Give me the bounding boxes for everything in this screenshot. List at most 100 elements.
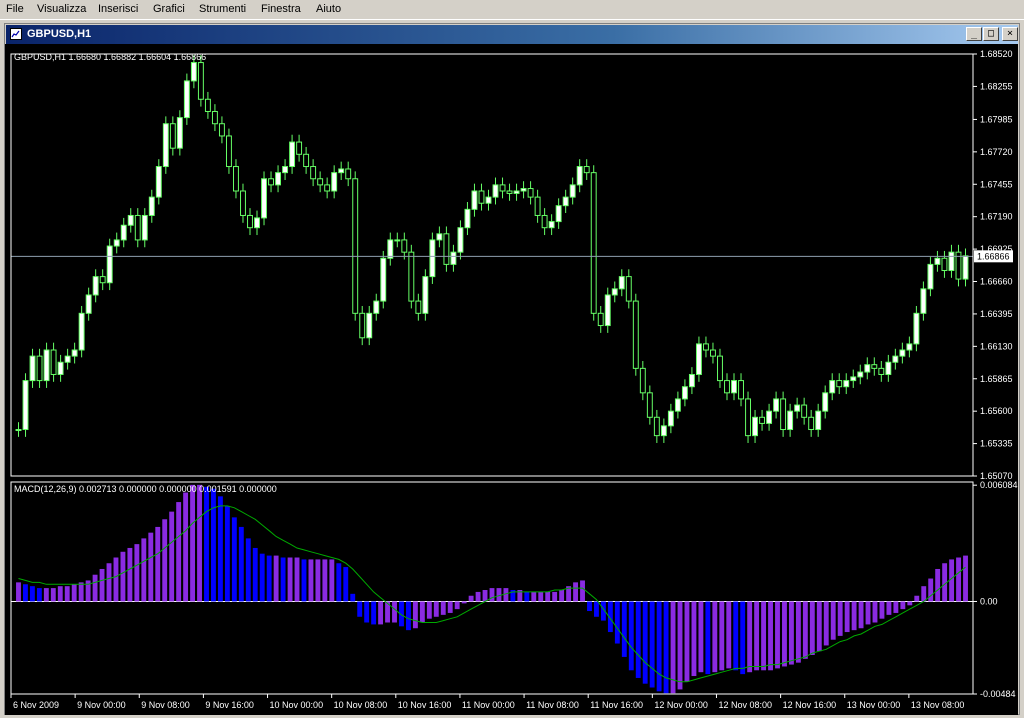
macd-bar [663,601,669,694]
candle-body [436,233,443,241]
time-tick-label: 13 Nov 08:00 [911,700,965,710]
macd-bar [489,588,495,602]
macd-bar [36,588,42,602]
candle-body [352,178,359,314]
candle-body [310,166,317,180]
macd-bar [726,601,732,669]
candle-body [113,239,120,247]
candle-body [240,190,246,216]
macd-bar [71,584,77,602]
candle-body [275,172,282,186]
time-tick-label: 10 Nov 16:00 [398,700,452,710]
macd-bar [162,519,168,602]
candle-body [22,380,29,431]
macd-bar [698,601,704,673]
candle-body [50,349,57,375]
macd-tick-label: 0.006084 [980,480,1018,490]
candle-body [471,190,478,210]
macd-bar [211,488,216,602]
candle-body [520,188,527,192]
candle-body [625,276,632,302]
macd-bar [287,557,293,602]
time-tick-label: 9 Nov 16:00 [205,700,254,710]
candle-body [261,178,267,219]
macd-bar [197,484,202,602]
close-button[interactable]: × [1002,27,1018,41]
macd-bar [155,526,161,602]
time-tick-label: 6 Nov 2009 [13,700,59,710]
menu-finestra[interactable]: Finestra [261,3,301,15]
candle-body [780,398,787,431]
candle-body [534,196,541,216]
price-tick-label: 1.65335 [980,439,1013,449]
candle-body [324,184,331,192]
macd-bar [559,590,565,602]
macd-bar [482,590,488,602]
candle-body [233,166,239,192]
menu-visualizza[interactable]: Visualizza [37,3,86,15]
macd-bar [872,601,878,623]
macd-bar [677,601,683,690]
candle-body [787,410,794,431]
candle-body [148,196,155,216]
candle-body [64,355,71,363]
window-titlebar[interactable]: GBPUSD,H1 _ □ × [6,25,1018,44]
candle-body [829,380,836,394]
minimize-button[interactable]: _ [966,27,982,41]
macd-bar [475,591,481,602]
menu-inserisci[interactable]: Inserisci [98,3,138,15]
macd-bar [350,593,356,602]
price-tick-label: 1.67455 [980,179,1013,189]
menu-aiuto[interactable]: Aiuto [316,3,341,15]
menu-bar: File Visualizza Inserisci Grafici Strume… [0,0,1024,20]
candle-body [443,233,450,265]
price-tick-label: 1.66660 [980,277,1013,287]
macd-frame [10,481,974,695]
candle-body [850,376,857,382]
chart-area[interactable]: 1.68520 1.68255 1.67985 1.67720 1.67455 1.671… [5,44,1018,715]
candle-body [485,196,492,204]
candle-body [766,410,773,424]
macd-bar [621,601,627,657]
menu-file[interactable]: File [6,3,24,15]
candle-body [688,373,695,388]
macd-bar [775,601,780,669]
candle-body [892,355,899,363]
menu-grafici[interactable]: Grafici [153,3,185,15]
macd-bar [392,601,397,623]
menu-strumenti[interactable]: Strumenti [199,3,246,15]
candle-body [548,221,555,229]
candle-body [211,110,218,125]
chart-svg[interactable]: 1.68520 1.68255 1.67985 1.67720 1.67455 1.671… [5,44,1018,715]
macd-bar [280,557,286,602]
macd-bar [259,553,265,602]
macd-bar [217,496,223,602]
macd-bar [468,595,474,602]
macd-bar [573,582,578,602]
candle-body [555,205,562,223]
restore-button[interactable]: □ [983,27,999,41]
macd-bar [552,591,558,602]
macd-bar [802,601,808,659]
macd-bar [865,601,871,625]
macd-bar [649,601,655,688]
candle-body [499,184,506,192]
candle-body [254,217,260,229]
macd-bar [545,591,551,602]
candle-body [359,312,366,339]
macd-bar [795,601,801,663]
macd-bar [858,601,864,629]
candle-body [422,276,429,314]
macd-bar [635,601,641,678]
candle-body [752,416,759,437]
macd-bar [747,601,753,673]
candle-body [71,349,78,357]
candle-body [913,312,920,345]
macd-bar [148,532,154,602]
macd-bar [782,601,787,667]
macd-tick-label: 0.00 [980,596,998,606]
macd-bar [273,555,279,602]
candle-body [225,135,232,168]
candle-body [492,184,499,198]
candle-body [808,416,815,431]
